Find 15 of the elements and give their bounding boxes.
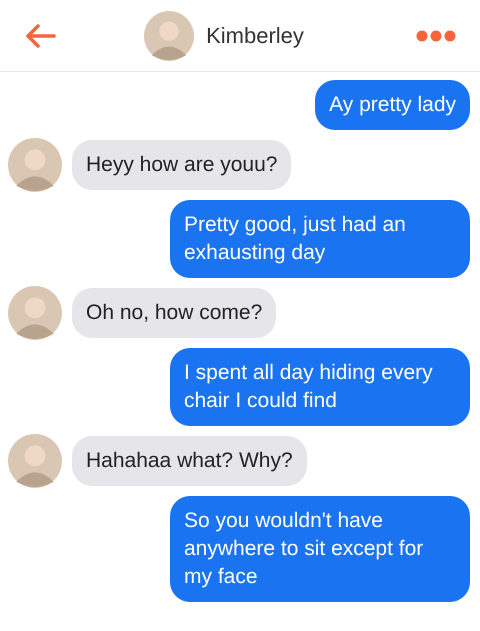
sender-avatar: [8, 286, 62, 340]
back-arrow-icon: [24, 24, 56, 48]
received-message: Hahahaa what? Why?: [72, 436, 307, 486]
sender-avatar: [8, 138, 62, 192]
contact-name: Kimberley: [206, 22, 304, 50]
sender-avatar: [8, 434, 62, 488]
sent-message: Ay pretty lady: [315, 80, 470, 130]
sent-message: I spent all day hiding every chair I could find: [170, 348, 470, 426]
more-dots-icon: [416, 30, 456, 42]
received-message: Oh no, how come?: [72, 288, 276, 338]
sent-message: Pretty good, just had an exhausting day: [170, 200, 470, 278]
received-message: Heyy how are youu?: [72, 140, 292, 190]
contact-avatar: [144, 10, 194, 60]
more-button[interactable]: [416, 30, 456, 42]
sent-message: So you wouldn't have anywhere to sit except for my face: [170, 496, 470, 602]
